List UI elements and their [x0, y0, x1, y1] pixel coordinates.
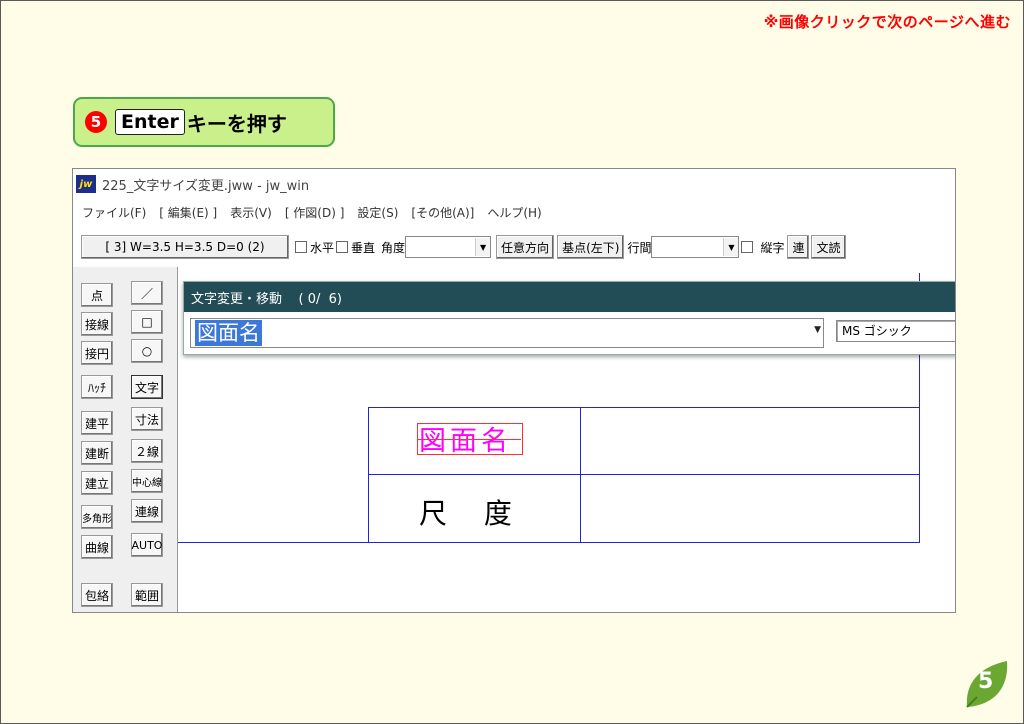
chevron-down-icon[interactable]: ▼: [475, 238, 491, 256]
dialog-title: 文字変更・移動 ( 0/ 6): [184, 282, 955, 312]
text-input-value: 図面名: [195, 320, 262, 346]
slide: ※画像クリックで次のページへ進む 5 Enter キーを押す jw 225_文字…: [0, 0, 1024, 724]
page-number-badge: 5: [963, 659, 1009, 709]
font-select[interactable]: MS ゴシック: [836, 320, 955, 342]
text-toolbar: [ 3] W=3.5 H=3.5 D=0 (2) 水平 垂直 角度 ▼ 任意方向…: [73, 231, 955, 263]
tool-tangent[interactable]: 接線: [81, 312, 113, 336]
tool-circle[interactable]: ○: [131, 339, 163, 363]
vertical-label: 垂直: [351, 240, 376, 255]
line-spacing-combo[interactable]: ▼: [651, 236, 740, 258]
tool-sidebar: 点 接線 接円 ﾊｯﾁ 建平 建断 建立 多角形 曲線 包絡 ／ □ ○ 文字 …: [73, 267, 178, 612]
tool-floor-plan[interactable]: 建平: [81, 411, 113, 435]
step-number: 5: [85, 111, 107, 133]
tool-continuous-line[interactable]: 連線: [131, 499, 163, 523]
tool-dimension[interactable]: 寸法: [131, 407, 163, 431]
enter-key-label: Enter: [115, 109, 185, 135]
tool-range[interactable]: 範囲: [131, 583, 163, 607]
selection-strike: [417, 439, 521, 440]
tool-elevation[interactable]: 建立: [81, 471, 113, 495]
window-titlebar: jw 225_文字サイズ変更.jww - jw_win: [73, 169, 955, 199]
tool-text[interactable]: 文字: [131, 375, 163, 399]
app-screenshot: jw 225_文字サイズ変更.jww - jw_win ファイル(F) [ 編集…: [72, 168, 956, 613]
grid-line: [368, 474, 920, 475]
menu-help[interactable]: ヘルプ(H): [487, 204, 541, 221]
step-text: キーを押す: [186, 111, 287, 136]
grid-line: [368, 407, 920, 408]
tool-curve[interactable]: 曲線: [81, 535, 113, 559]
next-page-hint[interactable]: ※画像クリックで次のページへ進む: [764, 11, 1011, 32]
tool-point[interactable]: 点: [81, 283, 113, 307]
menu-view[interactable]: 表示(V): [230, 204, 272, 221]
chevron-down-icon[interactable]: ▼: [723, 238, 739, 256]
scale-label-text: 尺 度: [419, 497, 512, 530]
ren-button[interactable]: 連: [787, 235, 810, 259]
tool-hatch[interactable]: ﾊｯﾁ: [81, 375, 113, 399]
arbitrary-direction-button[interactable]: 任意方向: [496, 235, 555, 259]
vertical-text-checkbox[interactable]: [741, 241, 754, 253]
menu-draw[interactable]: [ 作図(D) ]: [285, 204, 345, 221]
grid-line: [178, 542, 920, 543]
tool-envelope[interactable]: 包絡: [81, 583, 113, 607]
window-title: 225_文字サイズ変更.jww - jw_win: [102, 178, 310, 194]
tool-center-line[interactable]: 中心線: [131, 469, 163, 493]
menu-settings[interactable]: 設定(S): [357, 204, 398, 221]
read-text-button[interactable]: 文読: [811, 235, 846, 259]
line-spacing-label: 行間: [627, 240, 652, 255]
text-size-button[interactable]: [ 3] W=3.5 H=3.5 D=0 (2): [81, 235, 289, 259]
horizontal-label: 水平: [310, 240, 335, 255]
tool-double-line[interactable]: ２線: [131, 439, 163, 463]
chevron-down-icon[interactable]: ▼: [814, 325, 821, 335]
tool-rectangle[interactable]: □: [131, 310, 163, 334]
grid-line: [368, 407, 369, 542]
menu-edit[interactable]: [ 編集(E) ]: [159, 204, 217, 221]
tool-line[interactable]: ／: [131, 281, 163, 305]
jw-app-icon: jw: [76, 175, 96, 193]
text-change-dialog: 文字変更・移動 ( 0/ 6) 図面名 ▼ MS ゴシック: [183, 281, 955, 355]
menu-bar: ファイル(F) [ 編集(E) ] 表示(V) [ 作図(D) ] 設定(S) …: [73, 201, 546, 223]
grid-line: [580, 407, 581, 542]
page-number: 5: [978, 669, 994, 694]
tool-tangent-circle[interactable]: 接円: [81, 341, 113, 365]
text-input-field[interactable]: 図面名 ▼: [190, 318, 824, 348]
step-callout: 5 Enter キーを押す: [73, 97, 335, 147]
vertical-checkbox[interactable]: [336, 241, 349, 253]
tool-section[interactable]: 建断: [81, 441, 113, 465]
angle-label: 角度: [381, 240, 406, 255]
selected-text-drawing-name[interactable]: 図面名: [417, 419, 523, 458]
horizontal-checkbox[interactable]: [295, 241, 307, 253]
angle-combo[interactable]: ▼: [405, 236, 492, 258]
vertical-text-label: 縦字: [760, 240, 785, 255]
tool-polygon[interactable]: 多角形: [81, 505, 113, 529]
menu-file[interactable]: ファイル(F): [82, 204, 146, 221]
basepoint-button[interactable]: 基点(左下): [557, 235, 625, 259]
tool-auto[interactable]: AUTO: [131, 533, 163, 557]
menu-other[interactable]: [その他(A)]: [411, 204, 474, 221]
